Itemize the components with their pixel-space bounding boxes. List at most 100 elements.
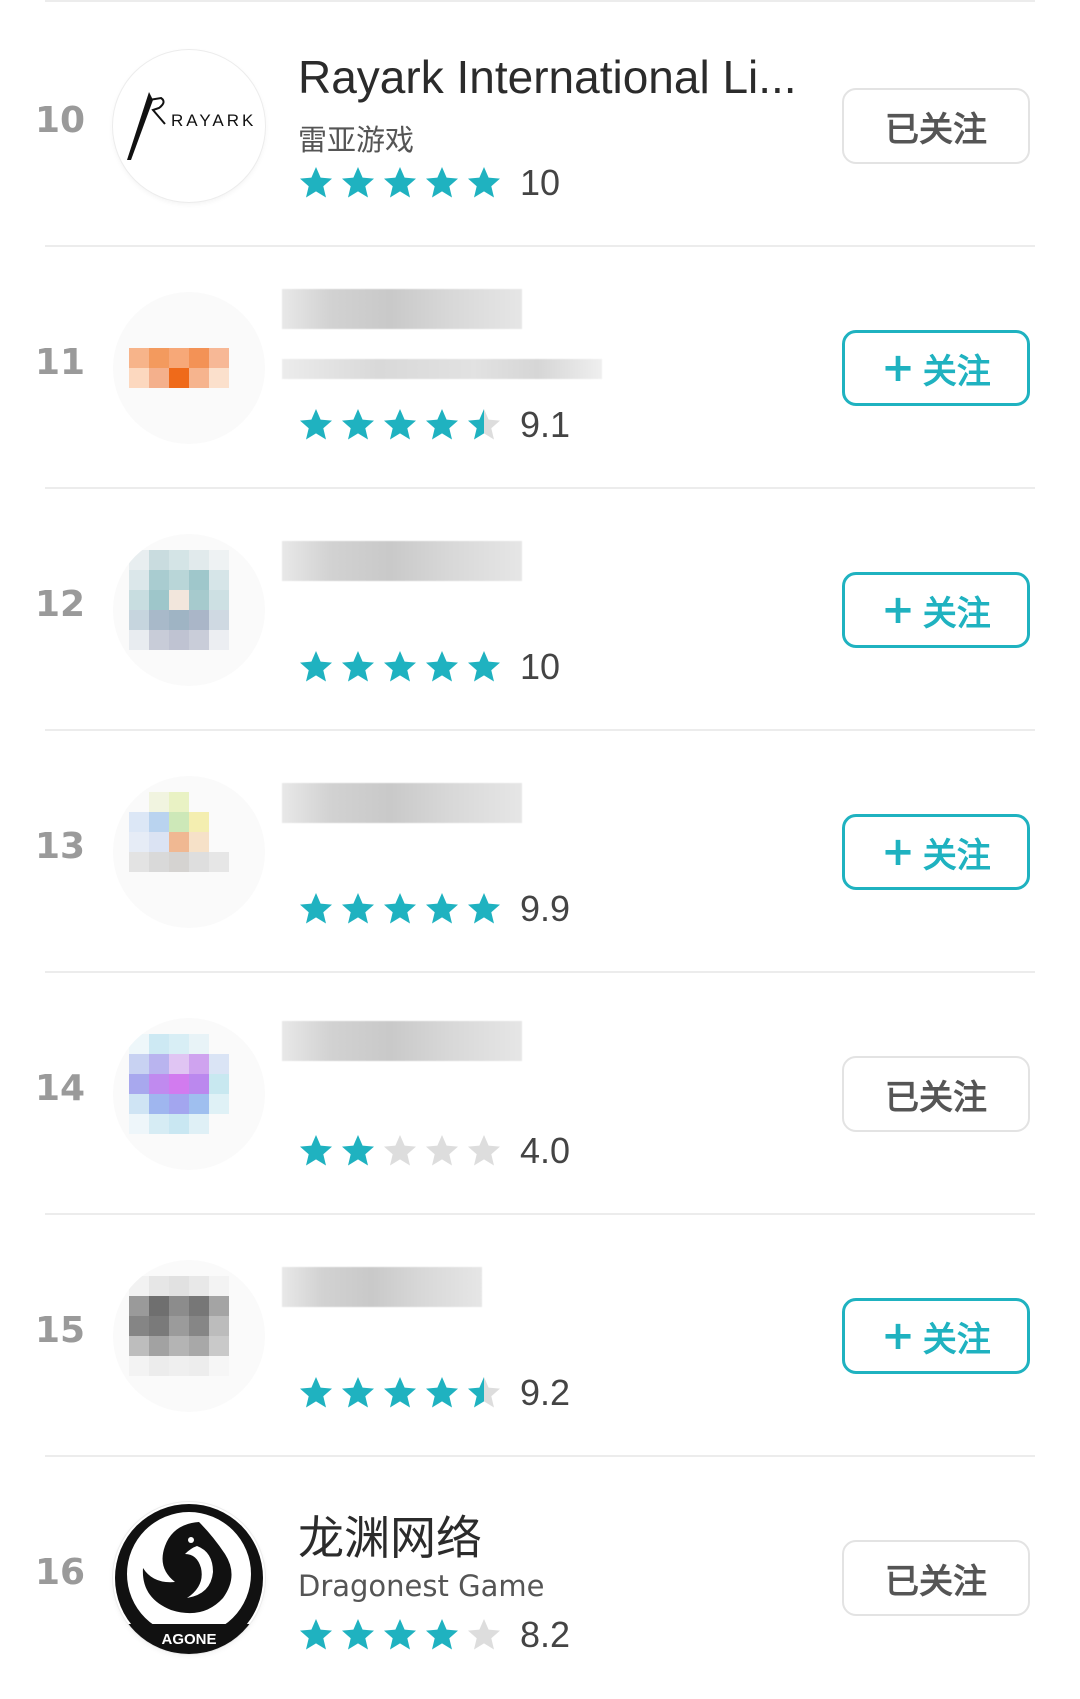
avatar-pixel [129,1034,149,1054]
follow-button[interactable]: + 关注 [842,1298,1030,1374]
svg-text:RAYARK: RAYARK [171,111,256,130]
rating-value: 10 [520,162,561,203]
star-icon [300,651,332,682]
star-rating: 10 [298,644,560,690]
star-icon [468,1619,500,1650]
list-item: 16 AGONE 龙渊网络 Dragonest Game 8.2 已关注 [0,1457,1080,1699]
avatar-pixel [129,1074,149,1094]
avatar-pixel [129,1356,149,1376]
avatar-pixel [129,1336,149,1356]
developer-subtitle: 雷亚游戏 [298,123,415,157]
avatar-pixel [129,1316,149,1336]
star-icon [426,409,458,440]
followed-button[interactable]: 已关注 [842,1056,1030,1132]
star-rating: 8.2 [298,1612,570,1658]
avatar[interactable]: AGONE [113,1502,265,1654]
avatar[interactable] [113,1018,265,1170]
avatar-pixel [189,1276,209,1296]
star-rating: 9.2 [298,1370,570,1416]
star-rating: 9.1 [298,402,570,448]
avatar-pixel [129,368,149,388]
star-icon [384,1377,416,1408]
avatar-pixel [129,610,149,630]
avatar-pixel [149,1074,169,1094]
followed-button[interactable]: 已关注 [842,1540,1030,1616]
avatar-pixel [149,812,169,832]
avatar-pixel [149,1296,169,1316]
star-icon [426,167,458,198]
follow-label: 关注 [922,593,991,634]
star-icon [468,1377,500,1408]
star-icon [426,651,458,682]
avatar-pixel [189,832,209,852]
redacted-name [282,1267,482,1307]
avatar[interactable] [113,1260,265,1412]
avatar-pixel [149,1356,169,1376]
rating-value: 9.1 [520,404,571,445]
star-icon [426,1619,458,1650]
avatar[interactable] [113,776,265,928]
avatar-pixel [209,1276,229,1296]
star-icon [342,893,374,924]
avatar-pixel [189,610,209,630]
rating-value: 4.0 [520,1130,571,1171]
follow-button[interactable]: + 关注 [842,330,1030,406]
rank-number: 12 [34,584,86,625]
star-icon [342,1377,374,1408]
followed-button[interactable]: 已关注 [842,88,1030,164]
avatar-pixel [169,590,189,610]
follow-button[interactable]: + 关注 [842,572,1030,648]
star-rating: 9.9 [298,886,570,932]
redacted-name [282,541,522,581]
list-item: 13 9.9 + 关注 [0,731,1080,973]
rating-value: 10 [520,646,561,687]
developer-subtitle: Dragonest Game [298,1569,545,1603]
star-icon [384,651,416,682]
developer-name[interactable]: 龙渊网络 [298,1502,818,1568]
redacted-name [282,1021,522,1061]
avatar-pixel [209,852,229,872]
avatar-pixel [149,1114,169,1134]
avatar[interactable] [113,292,265,444]
list-item: 14 4.0 已关注 [0,973,1080,1215]
follow-label: 已关注 [885,1561,987,1602]
avatar-pixel [149,1034,169,1054]
avatar-pixel [169,812,189,832]
avatar-pixel [169,348,189,368]
star-rating: 10 [298,160,560,206]
avatar-pixel [149,630,169,650]
avatar-pixel [169,832,189,852]
avatar-pixel [129,348,149,368]
avatar-pixel [209,630,229,650]
avatar-pixel [169,1034,189,1054]
avatar-pixel [149,1054,169,1074]
avatar[interactable] [113,534,265,686]
svg-text:AGONE: AGONE [161,1631,216,1648]
follow-button[interactable]: + 关注 [842,814,1030,890]
avatar-pixel [209,348,229,368]
rank-number: 14 [34,1068,86,1109]
avatar-pixel [189,1034,209,1054]
avatar-pixel [189,812,209,832]
avatar-pixel [149,852,169,872]
list-item: 15 9.2 + 关注 [0,1215,1080,1457]
avatar[interactable]: RAYARK [113,50,265,202]
avatar-pixel [189,630,209,650]
avatar-pixel [189,1114,209,1134]
avatar-pixel [169,1114,189,1134]
avatar-pixel [129,1296,149,1316]
star-icon [300,1135,332,1166]
developer-name[interactable]: Rayark International Li... [298,50,818,104]
avatar-pixel [209,1296,229,1316]
rating-value: 8.2 [520,1614,571,1655]
avatar-pixel [189,1356,209,1376]
avatar-pixel [169,1296,189,1316]
avatar-pixel [189,348,209,368]
star-icon [384,167,416,198]
avatar-pixel [149,348,169,368]
avatar-pixel [209,1336,229,1356]
avatar-pixel [209,1074,229,1094]
rating-value: 9.9 [520,888,571,929]
avatar-pixel [129,1094,149,1114]
avatar-pixel [169,630,189,650]
